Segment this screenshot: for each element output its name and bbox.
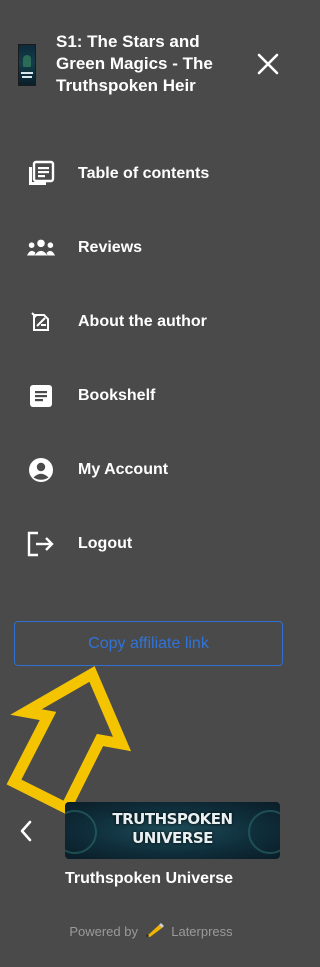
- menu-item-label: My Account: [78, 461, 169, 478]
- menu-item-my-account[interactable]: My Account: [0, 448, 302, 492]
- close-icon[interactable]: [255, 51, 281, 77]
- menu-item-label: Logout: [78, 535, 133, 552]
- account-icon: [26, 455, 56, 485]
- menu-item-table-of-contents[interactable]: Table of contents: [0, 152, 302, 196]
- drawer-header: S1: The Stars and Green Magics - The Tru…: [0, 0, 302, 110]
- series-banner-line2: UNIVERSE: [132, 829, 213, 847]
- toc-icon: [26, 159, 56, 189]
- book-cover-thumbnail: [18, 44, 36, 86]
- series-banner-line1: TRUTHSPOKEN: [112, 810, 233, 828]
- people-icon: [26, 233, 56, 263]
- menu-item-logout[interactable]: Logout: [0, 522, 302, 566]
- copy-affiliate-link-button[interactable]: Copy affiliate link: [14, 621, 283, 666]
- powered-by-label: Powered by: [69, 924, 138, 939]
- series-title: Truthspoken Universe: [65, 870, 234, 887]
- menu-item-label: About the author: [78, 313, 207, 330]
- menu-item-reviews[interactable]: Reviews: [0, 226, 302, 270]
- menu-item-label: Table of contents: [78, 165, 210, 182]
- author-icon: [26, 307, 56, 337]
- laterpress-brand[interactable]: Laterpress: [171, 924, 232, 939]
- menu-item-about-author[interactable]: About the author: [0, 300, 302, 344]
- book-title: S1: The Stars and Green Magics - The Tru…: [56, 32, 213, 95]
- annotation-arrow-icon: [6, 666, 132, 816]
- back-chevron-icon[interactable]: [14, 816, 38, 846]
- series-banner-image[interactable]: TRUTHSPOKEN UNIVERSE: [65, 802, 280, 859]
- menu-item-label: Bookshelf: [78, 387, 156, 404]
- powered-by-footer: Powered by Laterpress: [0, 922, 302, 941]
- bookshelf-icon: [26, 381, 56, 411]
- pen-hand-icon: [145, 922, 165, 941]
- menu-item-label: Reviews: [78, 239, 143, 256]
- menu-item-bookshelf[interactable]: Bookshelf: [0, 374, 302, 418]
- logout-icon: [26, 529, 56, 559]
